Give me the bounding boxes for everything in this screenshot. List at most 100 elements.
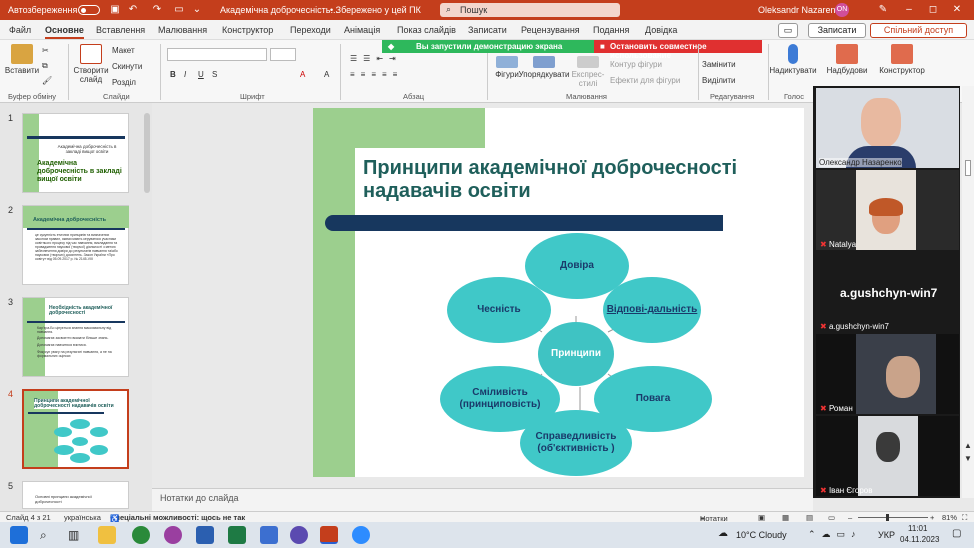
tab-record[interactable]: Записати [468,25,507,35]
cut-icon[interactable]: ✂ [42,46,49,55]
font-size-select[interactable] [270,48,296,61]
layout-button[interactable]: Макет [112,46,135,55]
video-tile[interactable]: ✖ Роман [816,334,959,414]
document-title[interactable]: Академічна доброчесність... [220,5,338,15]
slide-title[interactable]: Принципи академічної доброчесності надав… [363,157,783,203]
word-icon[interactable] [196,526,214,544]
shape-outline-button[interactable]: Контур фігури [610,60,662,69]
quick-styles-button[interactable]: Експрес-стилі [570,56,606,88]
arrange-button[interactable]: Упорядкувати [518,56,570,79]
replace-button[interactable]: Замінити [702,60,736,69]
paste-button[interactable]: Вставити [4,44,40,75]
powerpoint-icon[interactable] [320,526,338,544]
undo-icon[interactable]: ↶ [126,3,140,17]
slideshow-view-icon[interactable]: ▭ [828,513,835,522]
strikethrough-button[interactable]: S [212,70,217,79]
reset-button[interactable]: Скинути [112,62,142,71]
task-view-icon[interactable]: ▥ [68,528,79,542]
copy-icon[interactable]: ⧉ [42,61,48,71]
zoom-level[interactable]: 81% [942,513,957,522]
notifications-icon[interactable]: ▢ [952,528,961,539]
list-buttons[interactable]: ☰☰⇤⇥ [350,54,402,63]
node-responsibility[interactable]: Відпові-дальність [603,277,701,343]
redo-icon[interactable]: ↷ [150,3,164,17]
tray-icons[interactable]: ⌃☁▭♪ [808,529,862,540]
tab-view[interactable]: Подання [593,25,629,35]
tab-insert[interactable]: Вставлення [96,25,145,35]
scrollbar-thumb[interactable] [965,160,971,176]
zoom-slider[interactable] [858,517,928,518]
customize-icon[interactable]: ⌄ [190,3,204,17]
scroll-up-icon[interactable]: ▲ [964,441,972,450]
designer-button[interactable]: Конструктор [876,44,928,75]
video-tile[interactable]: Олександр Назаренко [816,88,959,168]
comments-button[interactable]: ▭ [778,23,798,38]
accessibility-status[interactable]: ♿ Спеціальні можливості: щось не так [110,513,245,523]
viber-icon[interactable] [290,526,308,544]
weather-text[interactable]: 10°C Cloudy [736,530,787,540]
notes-pane[interactable]: Нотатки до слайда [152,488,813,511]
shape-effects-button[interactable]: Ефекти для фігури [610,76,680,85]
tab-file[interactable]: Файл [9,25,31,35]
tab-home[interactable]: Основне [45,25,84,39]
slide-thumbnail-4[interactable]: Принципи академічної доброчесності надав… [22,389,129,469]
italic-button[interactable]: I [184,70,186,79]
section-button[interactable]: Розділ [112,78,136,87]
clock-date[interactable]: 04.11.2023 [900,535,939,544]
record-button[interactable]: Записати [808,23,866,38]
maximize-icon[interactable]: ◻ [926,3,940,17]
alignment-buttons[interactable]: ≡≡≡≡≡ [350,70,403,79]
chrome-profile-icon[interactable] [164,526,182,544]
scroll-down-icon[interactable]: ▼ [964,454,972,463]
node-courage[interactable]: Сміливість (принциповість) [440,366,560,432]
start-icon[interactable] [10,526,28,544]
tab-review[interactable]: Рецензування [521,25,580,35]
zoom-in-icon[interactable]: + [930,513,934,522]
weather-icon[interactable]: ☁ [718,528,728,539]
store-icon[interactable] [260,526,278,544]
bold-button[interactable]: B [170,70,176,79]
search-input[interactable]: ⌕ Пошук [440,3,620,17]
chrome-icon[interactable] [132,526,150,544]
addins-button[interactable]: Надбудови [824,44,870,75]
input-language[interactable]: УКР [878,530,895,540]
slide-thumbnail-1[interactable]: Академічна доброчесність в закладі вищої… [22,113,129,193]
main-scrollbar[interactable]: ▲ ▼ [962,86,974,498]
underline-button[interactable]: U [198,70,204,79]
select-button[interactable]: Виділити [702,76,736,85]
tab-transitions[interactable]: Переходи [290,25,331,35]
dictate-button[interactable]: Надиктувати [768,44,818,75]
autosave-toggle[interactable] [78,5,100,15]
share-button[interactable]: Спільний доступ [870,23,967,38]
tab-draw[interactable]: Малювання [158,25,207,35]
avatar[interactable]: ON [835,3,849,17]
minimize-icon[interactable]: – [902,3,916,17]
file-explorer-icon[interactable] [98,526,116,544]
user-name[interactable]: Oleksandr Nazarenko [758,5,845,15]
font-family-select[interactable] [167,48,267,61]
video-tile[interactable]: a.gushchyn-win7 ✖ a.gushchyn-win7 [816,252,959,332]
video-tile[interactable]: ✖ Іван Єгоров [816,416,959,496]
format-painter-icon[interactable]: 🖌 [42,76,52,85]
slide-thumbnail-2[interactable]: Академічна доброчесність це сукупність е… [22,205,129,285]
close-icon[interactable]: ✕ [950,3,964,17]
excel-icon[interactable] [228,526,246,544]
pen-icon[interactable]: ✎ [876,3,890,17]
clear-format-button[interactable]: A [324,70,329,79]
font-color-button[interactable]: A [300,70,305,79]
thumbnail-scrollbar[interactable] [143,105,151,505]
node-honesty[interactable]: Чесність [447,277,551,343]
tab-design[interactable]: Конструктор [222,25,273,35]
node-principles-center[interactable]: Принципи [538,322,614,386]
normal-view-icon[interactable]: ▣ [758,513,765,522]
zoom-slider-thumb[interactable] [886,514,889,521]
search-icon[interactable]: ⌕ [40,528,47,543]
zoom-out-icon[interactable]: – [848,513,852,522]
stop-sharing-button[interactable]: ■ Остановить совместное использование [594,40,762,60]
present-icon[interactable]: ▭ [172,3,186,17]
language-status[interactable]: українська [64,513,101,522]
clock-time[interactable]: 11:01 [908,524,927,533]
tab-help[interactable]: Довідка [645,25,677,35]
reading-view-icon[interactable]: ▤ [806,513,813,522]
slide-thumbnail-5[interactable]: Основні принципи академічної доброчеснос… [22,481,129,509]
